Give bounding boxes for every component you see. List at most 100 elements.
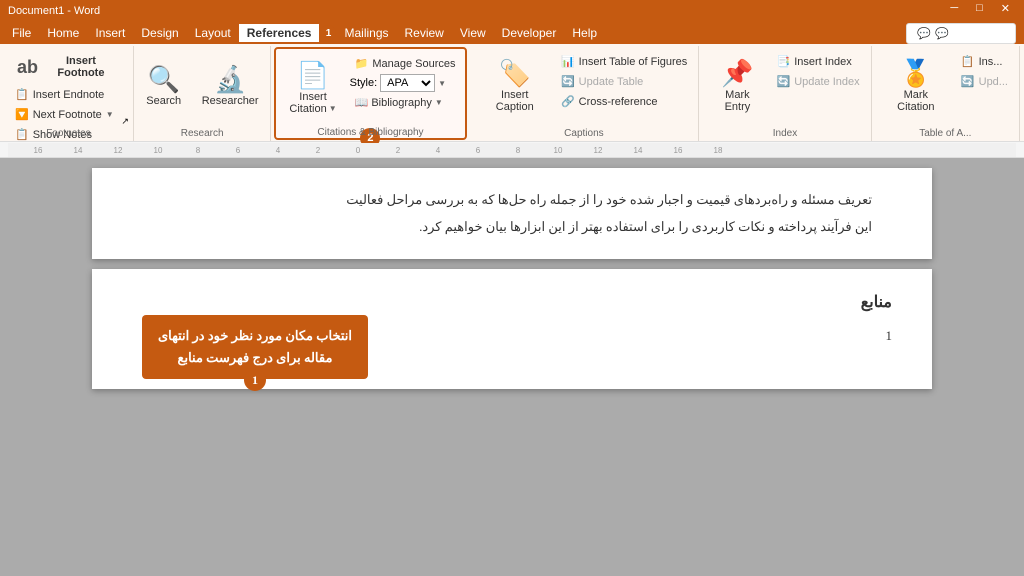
- insert-citation-label2: Citation: [289, 103, 326, 115]
- minimize-btn[interactable]: ─: [944, 2, 964, 15]
- table-figures-icon: 📊: [561, 55, 575, 68]
- insert-citation-button[interactable]: 📄 Insert Citation ▼: [280, 52, 345, 122]
- index-group: 📌 Mark Entry 📑 Insert Index 🔄 Update Ind…: [699, 46, 871, 141]
- footnotes-group: ab Insert Footnote 📋 Insert Endnote 🔽 Ne…: [4, 46, 134, 141]
- svg-text:10: 10: [154, 146, 163, 155]
- svg-text:6: 6: [236, 146, 241, 155]
- ruler: 16 14 12 10 8 6 4 2 0 2 4 6 8 10 12 14 1: [0, 142, 1024, 158]
- insert-index-icon: 📑: [777, 55, 791, 68]
- menu-file[interactable]: File: [4, 24, 39, 42]
- manage-sources-button[interactable]: 📁 Manage Sources: [350, 54, 461, 73]
- update-authorities-button[interactable]: 🔄 Upd...: [956, 72, 1013, 91]
- footnotes-group-label: Footnotes: [4, 128, 133, 139]
- tooltip-line-2: مقاله برای درج فهرست منابع: [158, 347, 352, 369]
- search-button[interactable]: 🔍 Search: [139, 50, 189, 120]
- cross-reference-label: Cross-reference: [579, 96, 658, 108]
- insert-endnote-button[interactable]: 📋 Insert Endnote: [10, 85, 109, 104]
- sources-line-1: 1: [886, 324, 893, 347]
- update-authorities-label: Upd...: [979, 76, 1008, 88]
- insert-footnote-button[interactable]: ab Insert Footnote: [10, 50, 127, 84]
- doc-line-2: این فرآیند پرداخته و نکات کاربردی را برا…: [152, 215, 872, 238]
- insert-citation-dropdown: ▼: [329, 104, 337, 113]
- next-footnote-dropdown-icon: ▼: [106, 110, 114, 119]
- comments-label: 💬 Comments: [935, 27, 1005, 40]
- tooltip-box: انتخاب مکان مورد نظر خود در انتهای مقاله…: [142, 315, 368, 379]
- tooltip-step-badge: 1: [244, 369, 266, 391]
- menu-developer[interactable]: Developer: [494, 24, 565, 42]
- document-page-1: تعریف مسئله و راه‌بردهای قیمیت و اجبار ش…: [92, 168, 932, 259]
- ribbon: ab Insert Footnote 📋 Insert Endnote 🔽 Ne…: [0, 44, 1024, 142]
- menu-layout[interactable]: Layout: [187, 24, 239, 42]
- ruler-svg: 16 14 12 10 8 6 4 2 0 2 4 6 8 10 12 14 1: [8, 143, 1016, 157]
- svg-text:10: 10: [554, 146, 563, 155]
- close-btn[interactable]: ✕: [995, 2, 1016, 15]
- menu-insert[interactable]: Insert: [87, 24, 133, 42]
- insert-caption-button[interactable]: 🏷️ Insert Caption: [476, 50, 554, 120]
- svg-text:0: 0: [356, 146, 361, 155]
- bibliography-button[interactable]: 📖 Bibliography ▼: [350, 93, 461, 112]
- menu-home[interactable]: Home: [39, 24, 87, 42]
- next-footnote-label: Next Footnote: [33, 109, 102, 121]
- insert-citation-label: Insert: [299, 91, 327, 103]
- bibliography-label: Bibliography: [371, 97, 432, 109]
- ruler-track: 16 14 12 10 8 6 4 2 0 2 4 6 8 10 12 14 1: [8, 142, 1016, 157]
- update-index-button[interactable]: 🔄 Update Index: [772, 72, 865, 91]
- researcher-button[interactable]: 🔬 Researcher: [195, 50, 266, 120]
- comments-button[interactable]: 💬 💬 Comments: [906, 23, 1016, 44]
- update-table-button[interactable]: 🔄 Update Table: [556, 72, 692, 91]
- citation-icon: 📄: [297, 60, 329, 91]
- next-footnote-button[interactable]: 🔽 Next Footnote ▼: [10, 105, 119, 124]
- menu-mailings[interactable]: Mailings: [336, 24, 396, 42]
- manage-sources-icon: 📁: [355, 57, 369, 70]
- tooltip-line-1: انتخاب مکان مورد نظر خود در انتهای: [158, 325, 352, 347]
- update-index-label: Update Index: [794, 76, 859, 88]
- bibliography-icon: 📖: [355, 96, 369, 109]
- research-group: 🔍 Search 🔬 Researcher Research: [134, 46, 272, 141]
- next-footnote-icon: 🔽: [15, 108, 29, 121]
- menu-view[interactable]: View: [452, 24, 494, 42]
- insert-authorities-button[interactable]: 📋 Ins...: [956, 52, 1013, 71]
- cross-reference-icon: 🔗: [561, 95, 575, 108]
- insert-index-label: Insert Index: [794, 56, 851, 68]
- manage-sources-label: Manage Sources: [372, 58, 455, 70]
- doc-line-1: تعریف مسئله و راه‌بردهای قیمیت و اجبار ش…: [152, 188, 872, 211]
- menu-bar: File Home Insert Design Layout Reference…: [0, 22, 1024, 44]
- researcher-label: Researcher: [202, 95, 259, 107]
- update-table-icon: 🔄: [561, 75, 575, 88]
- update-index-icon: 🔄: [777, 75, 791, 88]
- menu-design[interactable]: Design: [133, 24, 186, 42]
- svg-text:16: 16: [34, 146, 43, 155]
- comments-icon: 💬: [917, 27, 931, 40]
- mark-entry-button[interactable]: 📌 Mark Entry: [705, 50, 769, 120]
- title-bar: Document1 - Word ─ □ ✕: [0, 0, 1024, 22]
- insert-table-of-figures-button[interactable]: 📊 Insert Table of Figures: [556, 52, 692, 71]
- insert-table-of-figures-label: Insert Table of Figures: [579, 56, 688, 68]
- menu-review[interactable]: Review: [397, 24, 452, 42]
- document-page-2: منابع 1 انتخاب مکان مورد نظر خود در انته…: [92, 269, 932, 389]
- menu-help[interactable]: Help: [564, 24, 605, 42]
- insert-auth-icon: 📋: [961, 55, 975, 68]
- mark-citation-label: Mark Citation: [885, 89, 947, 113]
- insert-authorities-label: Ins...: [979, 56, 1003, 68]
- style-select[interactable]: APA MLA Chicago: [380, 74, 435, 92]
- authorities-group-label: Table of A...: [872, 128, 1019, 139]
- insert-index-button[interactable]: 📑 Insert Index: [772, 52, 865, 71]
- footnotes-expand-icon[interactable]: ↗: [121, 116, 129, 127]
- researcher-icon: 🔬: [214, 64, 246, 95]
- svg-text:12: 12: [114, 146, 123, 155]
- svg-text:4: 4: [276, 146, 281, 155]
- cross-reference-button[interactable]: 🔗 Cross-reference: [556, 92, 692, 111]
- style-label: Style:: [350, 77, 378, 89]
- bibliography-dropdown-icon: ▼: [435, 98, 443, 107]
- menu-references[interactable]: References: [239, 22, 320, 45]
- mark-citation-button[interactable]: 🏅 Mark Citation: [878, 50, 954, 120]
- style-row: Style: APA MLA Chicago ▼: [350, 74, 461, 92]
- citation-right-col: 📁 Manage Sources Style: APA MLA Chicago …: [350, 54, 461, 122]
- index-group-label: Index: [699, 128, 870, 139]
- svg-text:8: 8: [516, 146, 521, 155]
- maximize-btn[interactable]: □: [970, 2, 989, 15]
- index-small-col: 📑 Insert Index 🔄 Update Index: [772, 52, 865, 91]
- insert-endnote-label: Insert Endnote: [33, 89, 105, 101]
- mark-entry-icon: 📌: [721, 58, 753, 89]
- endnote-icon: 📋: [15, 88, 29, 101]
